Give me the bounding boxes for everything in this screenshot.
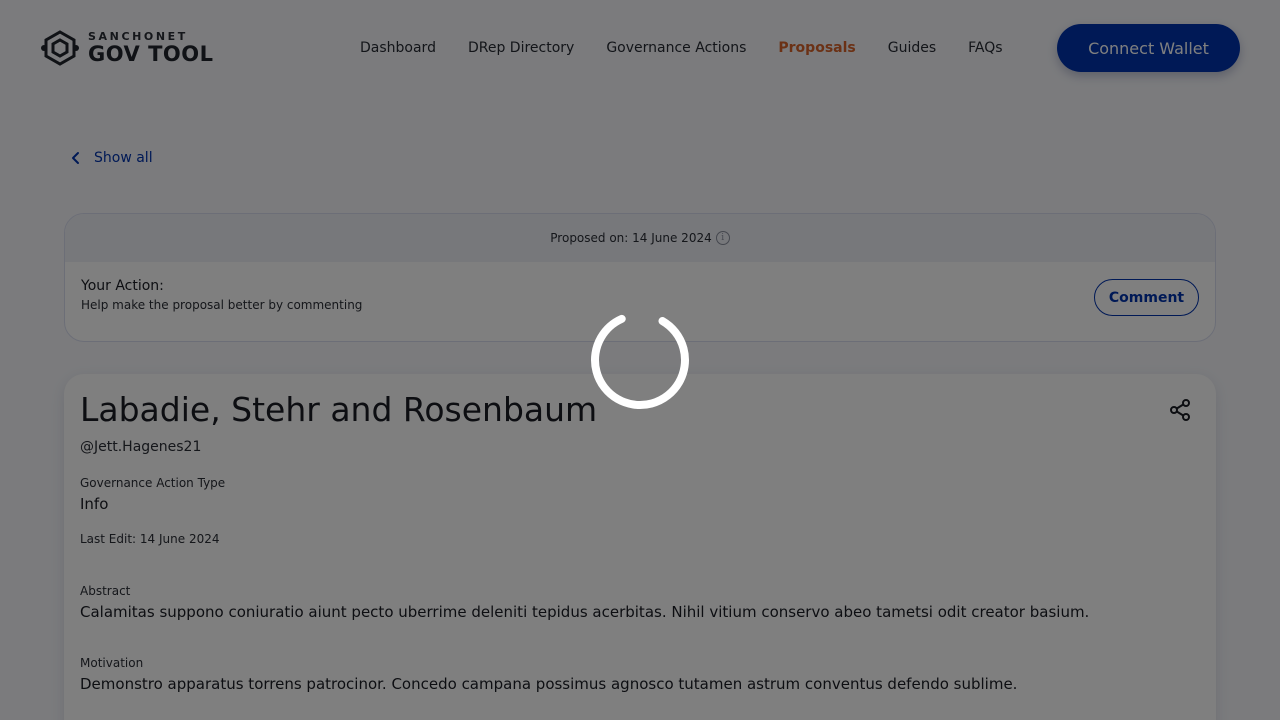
loading-overlay [0, 0, 1280, 720]
loading-spinner-icon [591, 311, 689, 409]
